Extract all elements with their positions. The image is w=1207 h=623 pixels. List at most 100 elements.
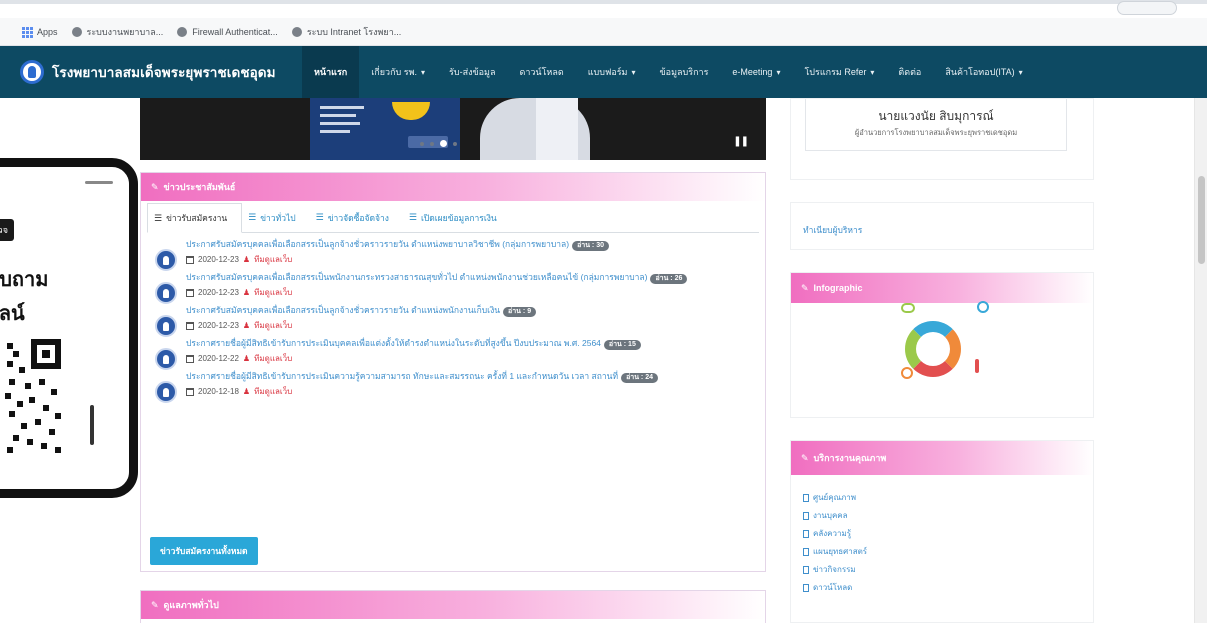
director-title: ผู้อำนวยการโรงพยาบาลสมเด็จพระยุพราชเดชอุ… <box>854 128 1018 137</box>
executive-link[interactable]: ทำเนียบผู้บริหาร <box>803 223 862 237</box>
service-link-0[interactable]: ศูนย์คุณภาพ <box>803 491 856 504</box>
news-title-link[interactable]: ประกาศรับสมัครบุคคลเพื่อเลือกสรรเป็นลูกจ… <box>186 305 751 317</box>
news-date: 2020-12-22 <box>198 354 239 363</box>
sidebar: นายแวงนัย สิบมุการณ์ ผู้อำนวยการโรงพยาบา… <box>790 98 1094 623</box>
hospital-avatar-icon <box>155 249 177 271</box>
slide-graphic <box>310 98 460 160</box>
all-jobs-button[interactable]: ข่าวรับสมัครงานทั้งหมด <box>150 537 258 565</box>
nav-item-0[interactable]: หน้าแรก <box>302 46 360 98</box>
news-date: 2020-12-18 <box>198 387 239 396</box>
site-title: โรงพยาบาลสมเด็จพระยุพราชเดชอุดม <box>52 65 276 80</box>
news-title-link[interactable]: ประกาศรายชื่อผู้มีสิทธิเข้ารับการประเมิน… <box>186 338 751 350</box>
user-icon: ♟ <box>242 321 251 330</box>
document-icon <box>803 547 809 556</box>
phone-status-bar <box>85 181 113 184</box>
calendar-icon <box>186 387 194 396</box>
banner-slider[interactable]: ❚❚ <box>140 98 766 160</box>
hospital-avatar-icon <box>155 282 177 304</box>
user-icon: ♟ <box>242 288 251 297</box>
slider-dots[interactable] <box>420 140 457 147</box>
nav-item-2[interactable]: รับ-ส่งข้อมูล <box>437 46 507 98</box>
read-count-badge: อ่าน : 24 <box>621 373 658 383</box>
document-icon <box>803 511 809 520</box>
news-author: ทีมดูแลเว็บ <box>254 321 293 330</box>
document-icon <box>803 493 809 502</box>
tab-news-2[interactable]: ☰ ข่าวจัดซื้อจัดจ้าง <box>310 203 403 233</box>
news-panel: ✎ ข่าวประชาสัมพันธ์ ☰ ข่าวรับสมัครงาน ☰ ข่า… <box>140 172 766 572</box>
infographic-header-icon: ✎ <box>801 282 809 293</box>
news-title-link[interactable]: ประกาศรายชื่อผู้มีสิทธิเข้ารับการประเมิน… <box>186 371 751 383</box>
site-brand[interactable]: โรงพยาบาลสมเด็จพระยุพราชเดชอุดม <box>0 60 302 84</box>
news-title-link[interactable]: ประกาศรับสมัครบุคคลเพื่อเลือกสรรเป็นพนัก… <box>186 272 751 284</box>
chevron-down-icon: ▾ <box>631 67 636 77</box>
nav-item-8[interactable]: ติดต่อ <box>886 46 933 98</box>
news-header: ✎ ข่าวประชาสัมพันธ์ <box>141 173 765 201</box>
news-date: 2020-12-23 <box>198 288 239 297</box>
news-date: 2020-12-23 <box>198 321 239 330</box>
news-author: ทีมดูแลเว็บ <box>254 288 293 297</box>
service-link-1[interactable]: งานบุคคล <box>803 509 848 522</box>
document-icon <box>803 565 809 574</box>
list-icon: ☰ <box>154 212 163 223</box>
user-icon: ♟ <box>242 354 251 363</box>
nav-item-5[interactable]: ข้อมูลบริการ <box>648 46 721 98</box>
clock-icon <box>901 367 913 379</box>
service-link-5[interactable]: ดาวน์โหลด <box>803 581 852 594</box>
globe-icon <box>177 26 188 37</box>
nav-item-9[interactable]: สินค้าโอทอป(ITA) ▾ <box>933 46 1034 98</box>
chevron-down-icon: ▾ <box>870 67 875 77</box>
nav-item-1[interactable]: เกี่ยวกับ รพ. ▾ <box>359 46 437 98</box>
news-date: 2020-12-23 <box>198 255 239 264</box>
nav-item-3[interactable]: ดาวน์โหลด <box>507 46 575 98</box>
news-tabs: ☰ ข่าวรับสมัครงาน ☰ ข่าวทั่วไป ☰ ข่าวจัดซื้อจ… <box>147 203 759 233</box>
hospital-logo-icon <box>20 60 44 84</box>
profile-button[interactable] <box>1117 1 1177 15</box>
bookmark-2[interactable]: Firewall Authenticat... <box>177 26 278 37</box>
nav-item-7[interactable]: โปรแกรม Refer ▾ <box>792 46 886 98</box>
service-link-2[interactable]: คลังความรู้ <box>803 527 851 540</box>
hospital-avatar-icon <box>155 315 177 337</box>
news-meta: 2020-12-23 ♟ ทีมดูแลเว็บ <box>186 319 751 332</box>
tab-news-0[interactable]: ☰ ข่าวรับสมัครงาน <box>147 203 243 233</box>
slide-cup-graphic <box>392 102 430 120</box>
service-link-3[interactable]: แผนยุทธศาสตร์ <box>803 545 867 558</box>
bookmark-apps[interactable]: Apps <box>22 26 58 38</box>
globe-icon <box>291 26 302 37</box>
news-list: ประกาศรับสมัครบุคคลเพื่อเลือกสรรเป็นลูกจ… <box>141 233 765 403</box>
news-item: ประกาศรับสมัครบุคคลเพื่อเลือกสรรเป็นลูกจ… <box>155 239 751 271</box>
document-icon <box>803 529 809 538</box>
line-promo-phone-image[interactable]: นัดตรวจ สอบถาม นไลน์ <box>0 158 138 498</box>
news-title-link[interactable]: ประกาศรับสมัครบุคคลเพื่อเลือกสรรเป็นลูกจ… <box>186 239 751 251</box>
news-meta: 2020-12-18 ♟ ทีมดูแลเว็บ <box>186 385 751 398</box>
services-card: ✎ บริการงานคุณภาพ ศูนย์คุณภาพ งานบุคคล คลั… <box>790 440 1094 623</box>
chat-bubble-icon <box>901 303 915 313</box>
services-header-icon: ✎ <box>801 452 809 463</box>
user-icon: ♟ <box>242 255 251 264</box>
list-icon: ☰ <box>408 212 417 222</box>
read-count-badge: อ่าน : 15 <box>603 340 641 350</box>
browser-tab-strip <box>0 0 1207 18</box>
service-link-4[interactable]: ข่าวกิจกรรม <box>803 563 856 576</box>
nav-item-6[interactable]: e-Meeting ▾ <box>720 46 792 98</box>
page-scrollbar[interactable] <box>1194 98 1207 623</box>
nav-item-4[interactable]: แบบฟอร์ม ▾ <box>576 46 648 98</box>
news-item: ประกาศรายชื่อผู้มีสิทธิเข้ารับการประเมิน… <box>155 371 751 403</box>
news-item: ประกาศรับสมัครบุคคลเพื่อเลือกสรรเป็นพนัก… <box>155 272 751 304</box>
tab-news-1[interactable]: ☰ ข่าวทั่วไป <box>242 203 309 233</box>
news-item: ประกาศรายชื่อผู้มีสิทธิเข้ารับการประเมิน… <box>155 338 751 370</box>
qr-finder <box>31 339 61 369</box>
read-count-badge: อ่าน : 9 <box>503 307 537 317</box>
person-icon <box>975 359 979 373</box>
pause-icon[interactable]: ❚❚ <box>733 136 749 147</box>
tab-bar <box>0 0 1207 4</box>
phone-text-line1: สอบถาม <box>0 269 49 291</box>
nav-menu: หน้าแรก เกี่ยวกับ รพ. ▾ รับ-ส่งข้อมูล ดาวน์โ… <box>302 46 1035 98</box>
scroll-thumb[interactable] <box>1198 176 1205 264</box>
tab-news-3[interactable]: ☰ เปิดเผยข้อมูลการเงิน <box>403 203 511 233</box>
infographic-ring-icon[interactable] <box>905 321 961 377</box>
list-icon: ☰ <box>315 212 324 222</box>
bookmark-1[interactable]: ระบบงานพยาบาล... <box>71 25 163 39</box>
calendar-icon <box>186 321 194 330</box>
bookmark-3[interactable]: ระบบ Intranet โรงพยา... <box>291 25 401 39</box>
news-header-icon: ✎ <box>151 181 159 192</box>
